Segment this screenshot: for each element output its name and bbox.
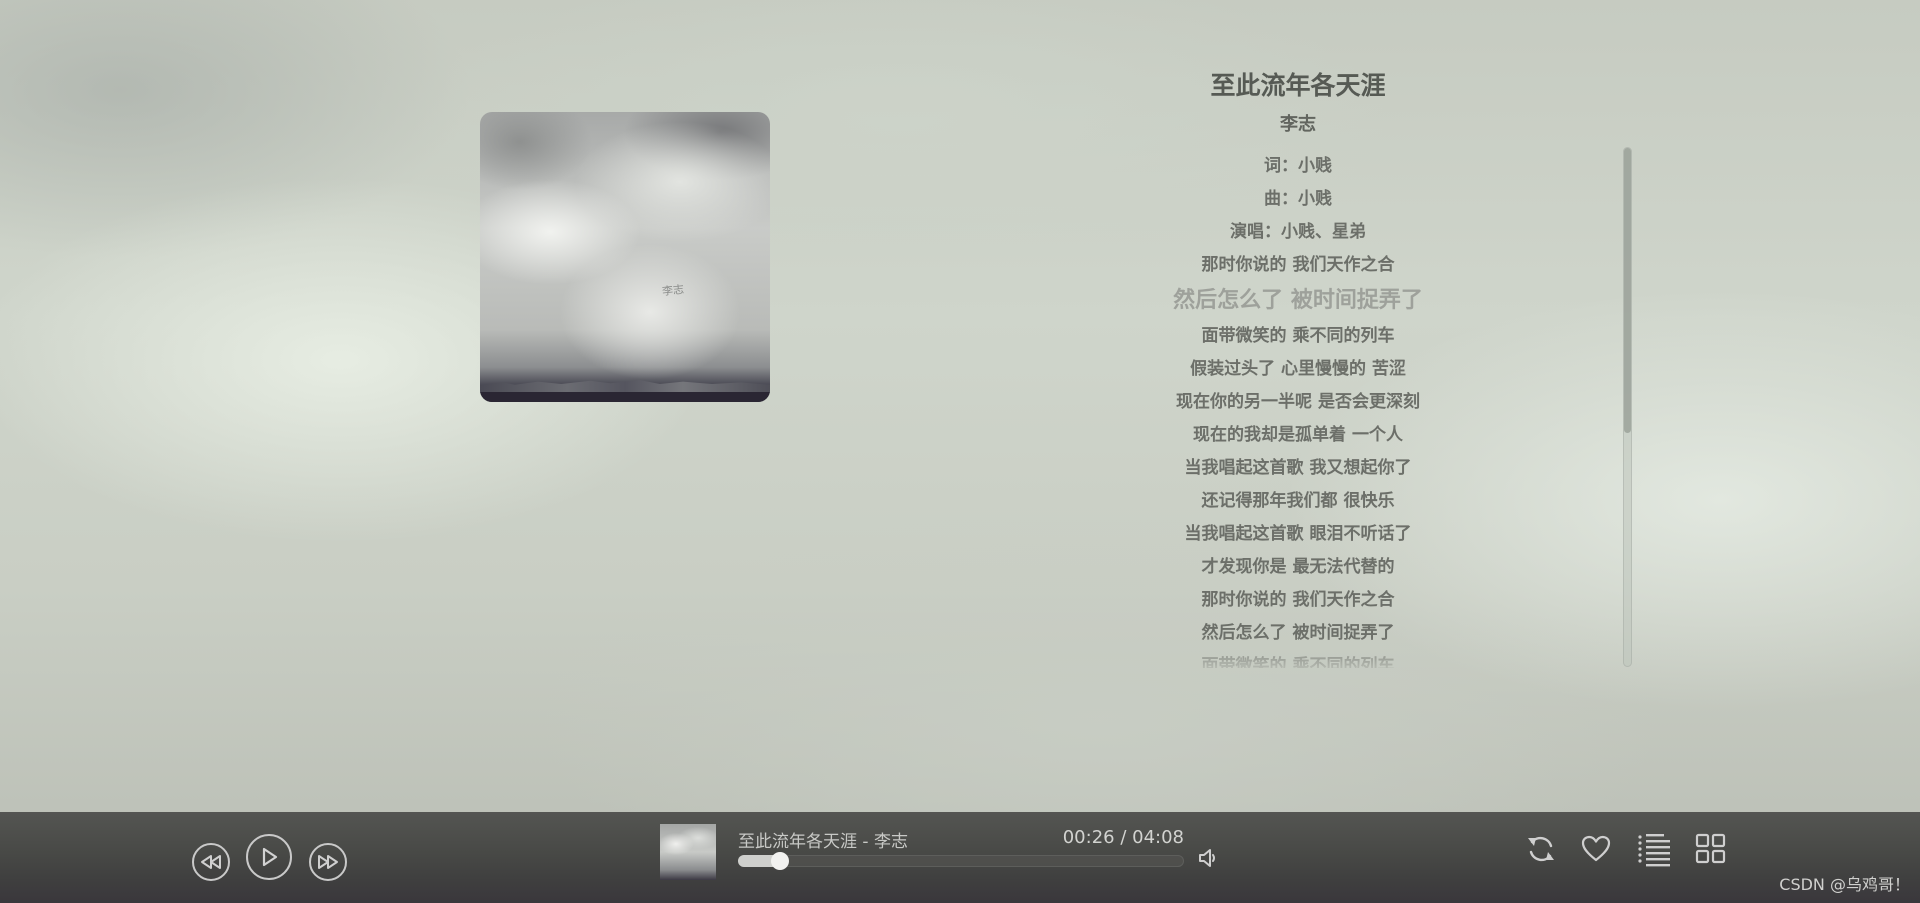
lyric-line: 那时你说的 我们天作之合: [1201, 590, 1395, 610]
lyric-line: 当我唱起这首歌 我又想起你了: [1184, 458, 1412, 478]
prev-button[interactable]: [192, 843, 230, 881]
album-cover: 李志: [480, 112, 770, 402]
play-button[interactable]: [246, 834, 292, 880]
next-button[interactable]: [309, 843, 347, 881]
cover-water: [480, 392, 770, 402]
song-title: 至此流年各天涯: [1210, 71, 1386, 100]
lyric-line: 假装过头了 心里慢慢的 苦涩: [1190, 359, 1406, 379]
lyric-line: 那时你说的 我们天作之合: [1201, 255, 1395, 275]
grid-icon[interactable]: [1694, 832, 1728, 866]
lyrics-scrollbar[interactable]: [1623, 147, 1632, 667]
lyric-line: 面带微笑的 乘不同的列车: [1201, 656, 1395, 668]
time-display: 00:26 / 04:08: [1062, 827, 1184, 848]
playlist-icon[interactable]: [1636, 832, 1674, 868]
fast-forward-icon: [318, 855, 338, 869]
lyric-line-active: 然后怎么了 被时间捉弄了: [1173, 288, 1423, 313]
rewind-icon: [201, 855, 221, 869]
lyrics-scrollbar-thumb[interactable]: [1624, 148, 1631, 433]
progress-bar[interactable]: [738, 852, 1184, 870]
lyrics-panel[interactable]: 词：小贱 曲：小贱 演唱：小贱、星弟 那时你说的 我们天作之合 然后怎么了 被时间捉弄了…: [1100, 150, 1496, 668]
play-icon: [262, 847, 278, 867]
mini-album-cover[interactable]: [660, 824, 716, 880]
lyric-line: 现在你的另一半呢 是否会更深刻: [1176, 392, 1420, 412]
lyric-line: 还记得那年我们都 很快乐: [1201, 491, 1395, 511]
watermark: CSDN @乌鸡哥！: [1779, 875, 1910, 894]
lyric-line: 当我唱起这首歌 眼泪不听话了: [1184, 524, 1412, 544]
song-artist: 李志: [1280, 114, 1316, 135]
volume-icon[interactable]: [1198, 848, 1220, 868]
loop-icon[interactable]: [1524, 832, 1558, 866]
player-bar: 至此流年各天涯 - 李志 00:26 / 04:08 CSDN @乌鸡哥！: [0, 812, 1920, 903]
lyric-line: 现在的我却是孤单着 一个人: [1193, 425, 1403, 445]
now-playing-text: 至此流年各天涯 - 李志: [738, 832, 908, 852]
lyric-line: 然后怎么了 被时间捉弄了: [1201, 623, 1395, 643]
lyric-line: 曲：小贱: [1264, 189, 1332, 209]
lyric-line: 才发现你是 最无法代替的: [1201, 557, 1395, 577]
lyric-line: 词：小贱: [1264, 156, 1332, 176]
progress-handle[interactable]: [770, 852, 789, 870]
lyric-line: 面带微笑的 乘不同的列车: [1201, 326, 1395, 346]
cover-signature: 李志: [661, 282, 685, 299]
heart-icon[interactable]: [1579, 832, 1613, 866]
lyric-line: 演唱：小贱、星弟: [1230, 222, 1366, 242]
lyrics-list: 词：小贱 曲：小贱 演唱：小贱、星弟 那时你说的 我们天作之合 然后怎么了 被时间捉弄了…: [1100, 150, 1496, 668]
cover-skyline: [480, 380, 770, 392]
